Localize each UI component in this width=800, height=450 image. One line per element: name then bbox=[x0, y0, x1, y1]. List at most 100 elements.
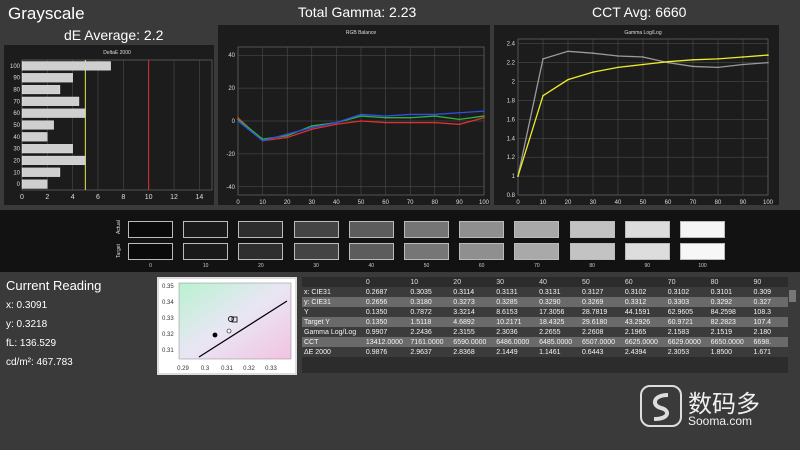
gamma-ytick-label: 2 bbox=[512, 80, 516, 86]
gamma-ytick-label: 1.2 bbox=[507, 155, 516, 161]
table-cell: 2.3155 bbox=[453, 328, 475, 336]
gamma-point bbox=[717, 58, 719, 60]
gamma-point bbox=[667, 60, 669, 63]
gamma-xtick-label: 20 bbox=[565, 200, 572, 205]
deltae-bar bbox=[21, 96, 80, 106]
table-header-cell: 0 bbox=[365, 278, 370, 286]
actual-swatch bbox=[183, 221, 229, 238]
rgb-point bbox=[483, 115, 485, 117]
deltae-xtick-label: 10 bbox=[145, 194, 153, 201]
gamma-point bbox=[567, 50, 569, 53]
table-cell: 2.1519 bbox=[710, 328, 733, 336]
table-cell: 0.3290 bbox=[539, 298, 561, 306]
swatch-label: 10 bbox=[202, 263, 209, 269]
actual-swatch bbox=[624, 221, 670, 238]
gamma-ytick-label: 2.4 bbox=[507, 42, 516, 48]
table-header-cell: 40 bbox=[539, 278, 547, 286]
table-cell: 29.6180 bbox=[581, 318, 608, 326]
gamma-xtick-label: 70 bbox=[690, 200, 697, 205]
target-row-label: Target bbox=[115, 244, 122, 258]
table-cell: 1.671 bbox=[753, 348, 772, 356]
deltae-ytick-label: 70 bbox=[13, 99, 20, 105]
table-row: ΔE 2000 0.9876 2.9637 2.8368 2.1449 1.1461 0.6… bbox=[302, 347, 788, 357]
table-cell: 6698. bbox=[753, 338, 772, 346]
swatch-label: 90 bbox=[644, 263, 651, 269]
table-cell: 2.9637 bbox=[410, 348, 432, 356]
rgb-xtick-label: 0 bbox=[236, 200, 240, 205]
rgb-point bbox=[384, 116, 387, 119]
table-header-cell: 50 bbox=[581, 278, 590, 286]
grayscale-title: Grayscale bbox=[8, 4, 85, 23]
gamma-point bbox=[642, 56, 644, 58]
rgb-point bbox=[434, 113, 436, 116]
table-row: x: CIE31 0.2687 0.3035 0.3114 0.3131 0.3131 0.… bbox=[302, 287, 788, 297]
reading-x: x: 0.3091 bbox=[6, 300, 48, 311]
table-header-cell: 70 bbox=[667, 278, 676, 286]
table-cell: 6590.0000 bbox=[453, 338, 487, 346]
deltae-bar bbox=[21, 155, 86, 166]
table-header-cell: 10 bbox=[410, 278, 419, 286]
rgb-balance-panel: RGB Balance 0 10 20 30 40 50 60 70 80 90 100 40 20 0 -2… bbox=[218, 25, 490, 206]
deltae-xtick-label: 14 bbox=[195, 194, 203, 201]
gamma-point bbox=[717, 66, 719, 69]
gamma-xtick-label: 80 bbox=[715, 200, 722, 205]
deltae-title: DeltaE 2000 bbox=[103, 50, 131, 56]
rgb-point bbox=[483, 116, 485, 119]
actual-swatch bbox=[404, 221, 449, 238]
table-cell: 0.3114 bbox=[453, 288, 475, 296]
rgb-point bbox=[458, 111, 461, 114]
table-cell: 43.2926 bbox=[624, 318, 651, 326]
cie-ytick-label: 0.33 bbox=[162, 316, 174, 322]
table-header-row: 0 10 20 30 40 50 60 70 80 90 bbox=[302, 277, 788, 287]
table-cell: 0.6443 bbox=[581, 348, 604, 356]
table-cell: 13412.0000 bbox=[365, 338, 403, 346]
readings-table: 0 10 20 30 40 50 60 70 80 90 x: CIE31 0.2687 0.3035… bbox=[302, 277, 788, 357]
table-cell: 0.3292 bbox=[710, 298, 733, 306]
deltae-xtick-label: 12 bbox=[170, 194, 178, 201]
swatch-label: 40 bbox=[368, 263, 375, 269]
gamma-point bbox=[542, 58, 544, 60]
swatch-label: 20 bbox=[258, 263, 264, 269]
deltae-bar bbox=[21, 84, 61, 95]
gamma-xtick-label: 30 bbox=[590, 200, 597, 205]
rgb-xtick-label: 90 bbox=[456, 200, 463, 205]
table-cell: 0.309 bbox=[753, 288, 772, 296]
table-row: Target Y 0.1350 1.5118 4.6892 10.2171 18.4325… bbox=[302, 317, 788, 327]
table-row: Y 0.1350 0.7872 3.3214 8.6153 17.3056 28.7819 4… bbox=[302, 307, 788, 317]
rgb-point bbox=[483, 110, 485, 112]
rgb-ytick-label: 0 bbox=[232, 119, 236, 125]
actual-swatch bbox=[569, 221, 615, 238]
table-cell: 0.9876 bbox=[365, 348, 388, 356]
table-row: y: CIE31 0.2656 0.3180 0.3273 0.3285 0.3290 0.… bbox=[302, 297, 788, 307]
table-cell: 0.3035 bbox=[410, 288, 432, 296]
gamma-xtick-label: 60 bbox=[665, 200, 672, 205]
gamma-point bbox=[567, 78, 569, 81]
table-row-label: Y bbox=[304, 308, 309, 316]
deltae-xtick-label: 6 bbox=[96, 194, 100, 201]
rgb-point bbox=[261, 139, 264, 142]
table-cell: 82.2823 bbox=[710, 318, 736, 326]
rgb-point bbox=[311, 126, 313, 129]
cie-ytick-label: 0.31 bbox=[162, 348, 174, 354]
table-cell: 10.2171 bbox=[496, 318, 522, 326]
table-cell: 62.9605 bbox=[667, 308, 694, 316]
deltae-ytick-label: 30 bbox=[13, 147, 20, 153]
table-cell: 60.9721 bbox=[667, 318, 694, 326]
table-row: Gamma Log/Log 0.9907 2.2436 2.3155 2.3036 2.2… bbox=[302, 327, 788, 337]
table-cell: 0.3285 bbox=[496, 298, 518, 306]
gamma-ytick-label: 2.2 bbox=[507, 61, 516, 67]
table-row-label: Gamma Log/Log bbox=[304, 328, 357, 336]
swatch-label: 30 bbox=[313, 263, 319, 269]
table-cell: 6625.0000 bbox=[624, 338, 658, 346]
table-cell: 0.3131 bbox=[539, 288, 561, 296]
table-scrollbar[interactable] bbox=[789, 290, 796, 302]
rgb-point bbox=[286, 136, 288, 139]
deltae-xtick-label: 8 bbox=[121, 194, 125, 201]
table-header-cell: 30 bbox=[496, 278, 504, 286]
table-cell: 2.3053 bbox=[667, 348, 690, 356]
gamma-point bbox=[767, 54, 769, 56]
cct-avg-label: CCT Avg: 6660 bbox=[592, 4, 687, 20]
table-cell: 0.3269 bbox=[581, 298, 604, 306]
table-cell: 0.3101 bbox=[710, 288, 733, 296]
reading-y: y: 0.3218 bbox=[6, 319, 48, 330]
